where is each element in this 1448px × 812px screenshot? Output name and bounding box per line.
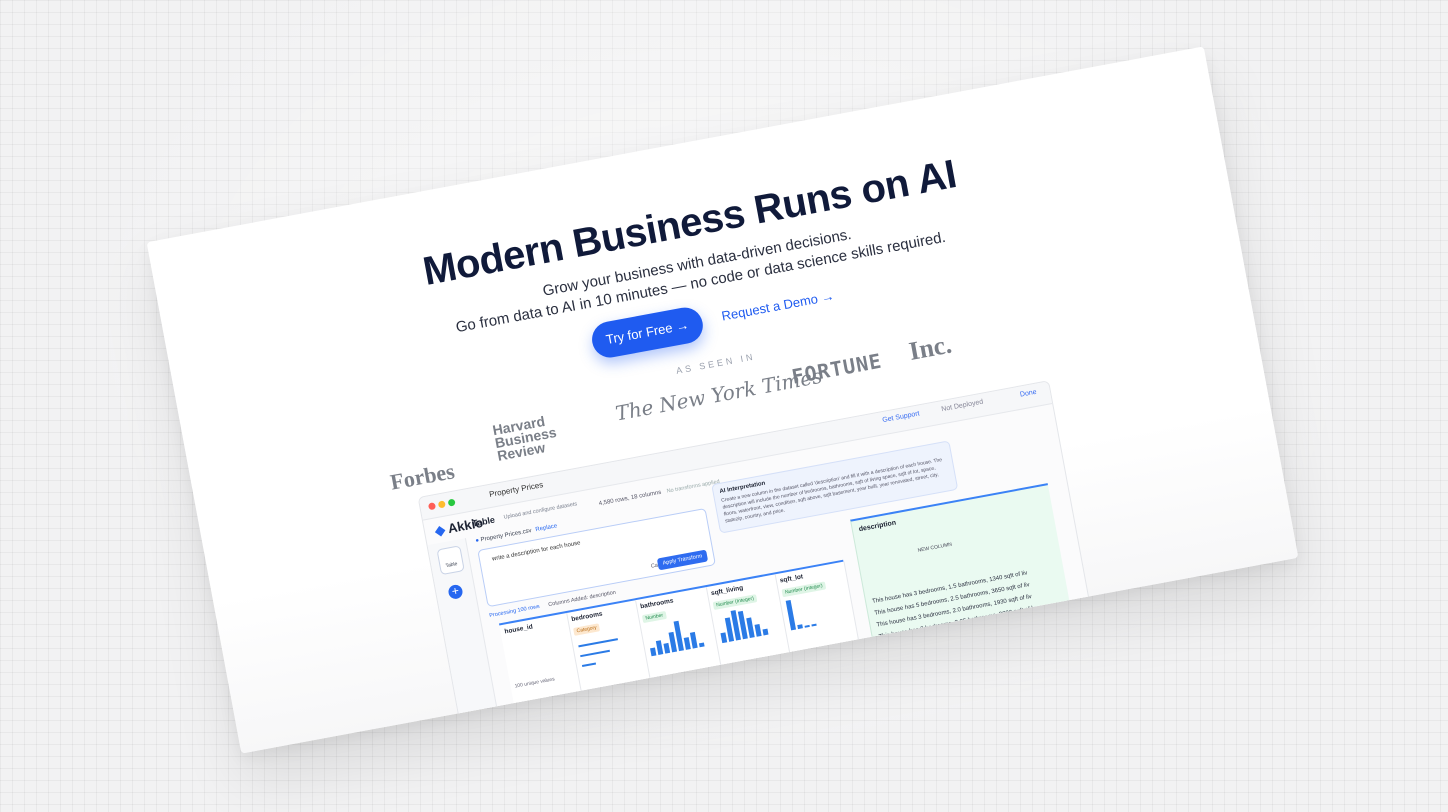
- table-cell: 11947: [797, 674, 815, 684]
- apply-transform-button[interactable]: Apply Transform: [656, 549, 709, 571]
- histogram-bar: [720, 632, 728, 644]
- hero-card: Modern Business Runs on AI Grow your bus…: [146, 46, 1299, 754]
- histogram-bar: [785, 599, 797, 631]
- table-cell: 3650: [726, 676, 742, 685]
- table-cell: 1940: [733, 711, 748, 721]
- table-subtitle: Upload and configure datasets: [503, 501, 578, 521]
- replace-link[interactable]: Replace: [535, 523, 558, 533]
- table-cell: 3: [585, 692, 590, 699]
- window-maximize-dot: [447, 498, 456, 507]
- column-header[interactable]: bedrooms: [571, 611, 603, 624]
- column-header[interactable]: bathrooms: [640, 597, 674, 610]
- inc-logo: Inc.: [906, 329, 954, 366]
- column-type-tag: Category: [573, 623, 601, 636]
- table-cell: 9050: [795, 663, 810, 673]
- new-column-label: NEW COLUMN: [917, 541, 953, 554]
- table-cell: 5: [587, 704, 592, 711]
- category-bar: [581, 662, 597, 668]
- table-cell: 2000: [731, 700, 746, 709]
- prompt-input[interactable]: write a description for each house: [492, 540, 581, 562]
- rows-info: 4,580 rows, 18 columns: [598, 489, 662, 508]
- table-cell: 2.25: [660, 713, 674, 722]
- description-header[interactable]: description: [858, 519, 896, 533]
- category-bar: [580, 649, 610, 658]
- histogram-bar: [650, 647, 657, 657]
- deploy-status: Not Deployed: [940, 398, 984, 414]
- table-cell: 2: [596, 751, 600, 753]
- done-button[interactable]: Done: [1019, 389, 1037, 399]
- table-cell: 10500: [802, 698, 820, 708]
- table-cell: 880: [735, 724, 747, 732]
- table-cell: 5: [527, 752, 531, 754]
- histogram-bar: [754, 624, 762, 637]
- sidebar-table-button[interactable]: Table: [436, 545, 465, 576]
- fortune-logo: FORTUNE: [789, 348, 884, 389]
- table-cell: 4: [593, 739, 599, 747]
- histogram-bar: [698, 642, 705, 648]
- table-cell: 1: [518, 704, 523, 712]
- table-cell: 6380: [804, 710, 819, 720]
- histogram-bar: [811, 623, 817, 627]
- table-cell: 2.5: [656, 690, 666, 698]
- try-for-free-button[interactable]: Try for Free →: [589, 304, 706, 361]
- description-column-panel: description NEW COLUMN This house has 3 …: [849, 483, 1085, 719]
- histogram-bar: [797, 624, 803, 630]
- table-cell: 3: [589, 715, 594, 723]
- column-sqft-lot: sqft_lot Number (Integer) 7912 9050 1194…: [774, 561, 874, 734]
- window-close-dot: [427, 502, 437, 511]
- table-cell: 1340: [724, 664, 739, 673]
- table-cell: 2.5: [662, 725, 672, 734]
- category-bar: [578, 638, 618, 648]
- table-cell: 8030: [800, 687, 815, 696]
- column-header[interactable]: sqft_lot: [779, 573, 803, 584]
- table-cell: 4: [524, 740, 530, 747]
- unique-values-label: 100 unique values: [514, 676, 556, 690]
- table-cell: 1: [664, 738, 670, 746]
- add-step-icon[interactable]: +: [447, 583, 464, 601]
- histogram-bar: [762, 628, 769, 636]
- hbr-logo: Harvard Business Review: [491, 413, 560, 464]
- forbes-logo: Forbes: [388, 458, 457, 495]
- request-demo-link[interactable]: Request a Demo →: [720, 288, 835, 324]
- histogram-bar: [655, 640, 664, 655]
- histogram-bar: [746, 617, 755, 639]
- histogram-bar: [663, 642, 671, 654]
- sidebar-table-label: Table: [445, 561, 458, 570]
- column-header[interactable]: sqft_living: [710, 584, 743, 597]
- description-cell: This house has 2 bedrooms, 1.0 bathrooms…: [882, 629, 1037, 665]
- column-header[interactable]: house_id: [504, 623, 533, 635]
- description-cell: This house has 2 bedrooms, 2.0 bathrooms…: [884, 641, 1042, 676]
- table-cell: 3: [591, 727, 597, 735]
- table-cell: 1.5: [653, 678, 664, 687]
- table-cell: 7912: [793, 651, 808, 661]
- project-tab[interactable]: Property Prices: [489, 480, 544, 499]
- histogram-bar: [689, 631, 698, 649]
- get-support-link[interactable]: Get Support: [882, 410, 920, 424]
- table-cell: 1930: [729, 688, 744, 697]
- histogram-bar: [804, 624, 810, 628]
- table-cell: 2: [658, 703, 663, 710]
- table-cell: 3: [522, 728, 527, 735]
- window-minimize-dot: [437, 500, 446, 509]
- table-cell: 2: [520, 716, 525, 724]
- histogram-bar: [683, 637, 691, 650]
